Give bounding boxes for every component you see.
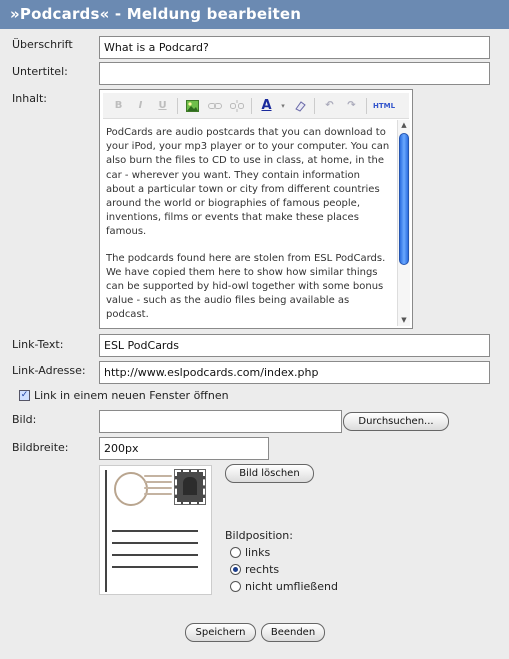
scroll-up-icon[interactable]: ▲	[398, 120, 410, 131]
link-icon[interactable]	[205, 96, 224, 115]
html-source-icon[interactable]: HTML	[372, 96, 396, 115]
save-button[interactable]: Speichern	[185, 623, 256, 642]
address-line	[112, 566, 198, 568]
position-option-right[interactable]: rechts	[230, 563, 279, 576]
radio-right-label: rechts	[245, 563, 280, 576]
image-width-label: Bildbreite:	[12, 441, 69, 454]
editor-toolbar: B I U A ▾ ↶ ↷ HTML	[103, 93, 409, 119]
scroll-down-icon[interactable]: ▼	[398, 315, 410, 326]
text-color-icon[interactable]: A	[257, 96, 276, 115]
radio-left-label: links	[245, 546, 271, 559]
finish-button[interactable]: Beenden	[261, 623, 325, 642]
eraser-icon[interactable]	[290, 96, 309, 115]
link-text-label: Link-Text:	[12, 338, 64, 351]
heading-label: Überschrift	[12, 38, 73, 51]
image-preview	[99, 465, 212, 595]
postcard-border	[105, 470, 107, 592]
link-text-input[interactable]	[99, 334, 490, 357]
toolbar-separator	[314, 97, 315, 114]
heading-input[interactable]	[99, 36, 490, 59]
insert-image-icon[interactable]	[183, 96, 202, 115]
image-width-input[interactable]	[99, 437, 269, 460]
browse-button[interactable]: Durchsuchen...	[343, 412, 449, 431]
address-line	[112, 530, 198, 532]
underline-icon[interactable]: U	[153, 96, 172, 115]
radio-no-wrap[interactable]	[230, 581, 241, 592]
bold-icon[interactable]: B	[109, 96, 128, 115]
position-option-left[interactable]: links	[230, 546, 270, 559]
radio-no-wrap-label: nicht umfließend	[245, 580, 338, 593]
position-option-none[interactable]: nicht umfließend	[230, 580, 338, 593]
link-address-input[interactable]	[99, 361, 490, 384]
stamp-icon	[174, 469, 206, 505]
content-paragraph: The podcards found here are stolen from …	[106, 252, 386, 321]
editor-content[interactable]: PodCards are audio postcards that you ca…	[106, 126, 390, 326]
toolbar-separator	[251, 97, 252, 114]
toolbar-separator	[177, 97, 178, 114]
subtitle-label: Untertitel:	[12, 65, 68, 78]
toolbar-separator	[366, 97, 367, 114]
address-line	[112, 554, 198, 556]
undo-icon[interactable]: ↶	[320, 96, 339, 115]
new-window-label: Link in einem neuen Fenster öffnen	[34, 389, 229, 402]
link-address-label: Link-Adresse:	[12, 364, 86, 377]
new-window-option[interactable]: ✓ Link in einem neuen Fenster öffnen	[19, 389, 229, 402]
italic-icon[interactable]: I	[131, 96, 150, 115]
chevron-down-icon[interactable]: ▾	[279, 96, 287, 115]
rich-text-editor[interactable]: B I U A ▾ ↶ ↷ HTML PodCards are audio po…	[99, 89, 413, 329]
content-paragraph: PodCards are audio postcards that you ca…	[106, 127, 390, 238]
radio-left[interactable]	[230, 547, 241, 558]
content-label: Inhalt:	[12, 92, 48, 105]
image-label: Bild:	[12, 413, 37, 426]
subtitle-input[interactable]	[99, 62, 490, 85]
window-title: »Podcards« - Meldung bearbeiten	[0, 0, 509, 29]
image-file-input[interactable]	[99, 410, 342, 433]
delete-image-button[interactable]: Bild löschen	[225, 464, 314, 483]
cancellation-lines	[144, 475, 172, 501]
editor-scrollbar[interactable]: ▲ ▼	[397, 120, 410, 326]
unlink-icon[interactable]	[227, 96, 246, 115]
radio-right[interactable]	[230, 564, 241, 575]
new-window-checkbox[interactable]: ✓	[19, 390, 30, 401]
scroll-thumb[interactable]	[399, 133, 409, 265]
address-line	[112, 542, 198, 544]
image-position-label: Bildposition:	[225, 529, 293, 542]
redo-icon[interactable]: ↷	[342, 96, 361, 115]
postmark-icon	[114, 472, 148, 506]
